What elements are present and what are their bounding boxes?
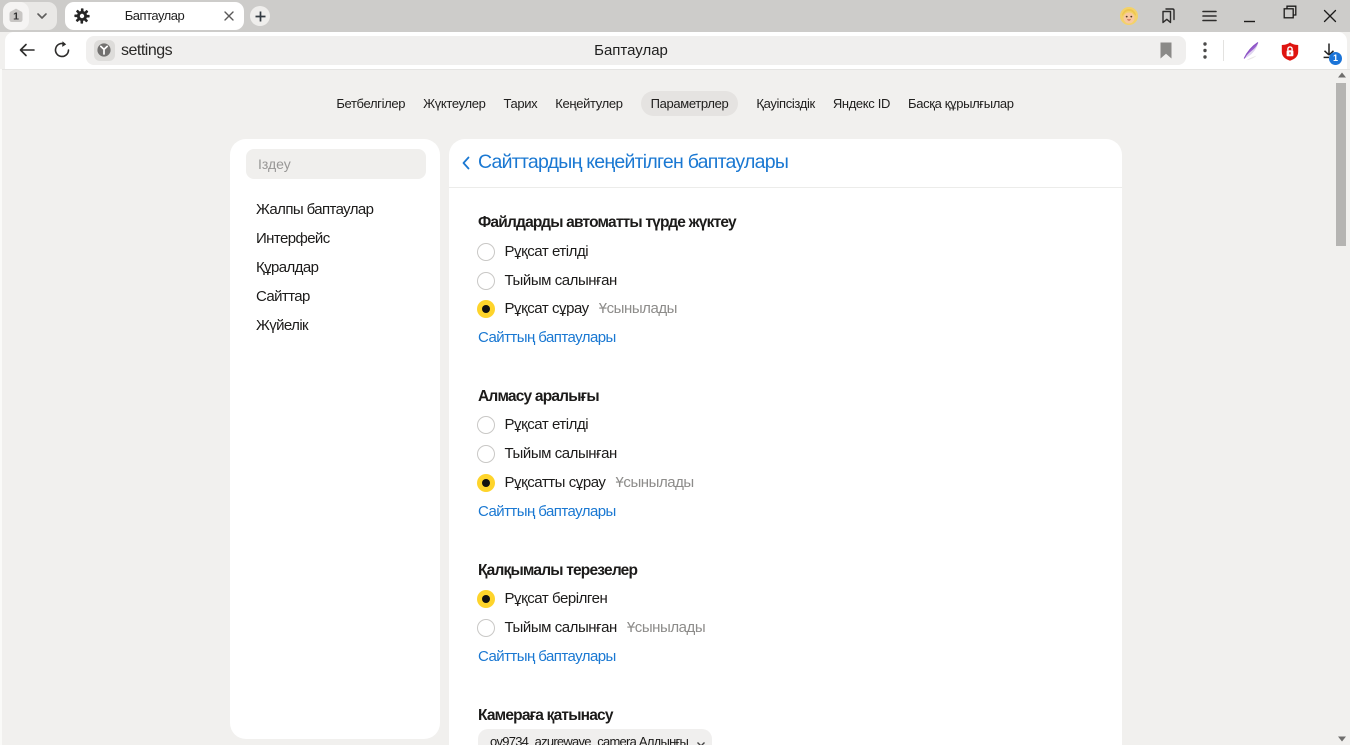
svg-text:1: 1 [13, 11, 19, 23]
